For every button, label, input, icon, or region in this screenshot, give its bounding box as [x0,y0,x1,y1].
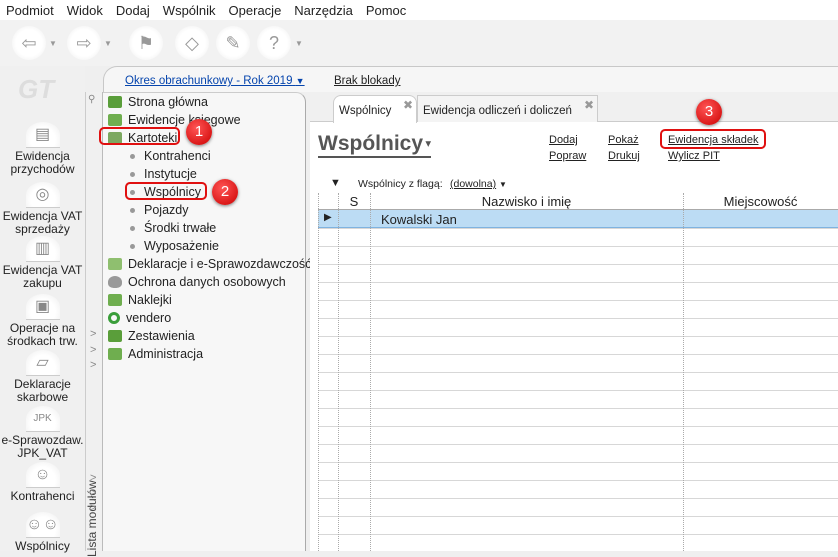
calculate-pit-button[interactable]: Wylicz PIT [668,150,720,162]
period-selector[interactable]: Okres obrachunkowy - Rok 2019 ▼ [125,75,305,87]
cell-name: Kowalski Jan [381,212,457,227]
chevron-right-icon: > [90,472,97,484]
tree-deklaracje[interactable]: Deklaracje i e-Sprawozdawczość [108,255,311,273]
period-bar: Okres obrachunkowy - Rok 2019 ▼ Brak blo… [103,66,838,92]
tree-vendero[interactable]: vendero [108,309,171,327]
menu-widok[interactable]: Widok [61,0,110,20]
column-header-name[interactable]: Nazwisko i imię [370,193,683,210]
partners-grid: S Nazwisko i imię Miejscowość ▶ Kowalski… [318,193,838,551]
print-button[interactable]: Drukuj [608,150,640,162]
flag-icon[interactable]: ⚑ [129,26,163,60]
tree-zestawienia[interactable]: Zestawienia [108,327,195,345]
rail-deklaracje[interactable]: ▱ Deklaracje skarbowe [0,350,85,404]
tab-ewidencja-odliczen[interactable]: Ewidencja odliczeń i doliczeń ✖ [417,95,598,122]
jpk-icon: JPK [25,406,60,432]
annotation-badge-1: 1 [186,119,212,145]
coins-icon: ◎ [25,182,60,208]
highlight-ewidencja-skladek [660,129,766,149]
forms-icon: ▱ [25,350,60,376]
printer-icon: ▤ [25,122,60,148]
tree-strona-glowna[interactable]: Strona główna [108,93,208,111]
tree-administracja[interactable]: Administracja [108,345,203,363]
column-header-s[interactable]: S [338,193,370,210]
module-list-strip[interactable]: ⚲ > > > Lista modułów > > > [85,92,103,557]
add-button[interactable]: Dodaj [549,134,578,146]
highlight-wspolnicy [125,182,207,200]
menu-podmiot[interactable]: Podmiot [0,0,61,20]
menu-pomoc[interactable]: Pomoc [360,0,413,20]
declaration-icon [108,258,122,270]
page-title[interactable]: Wspólnicy ▾ [318,132,431,159]
brush-icon[interactable]: ✎ [216,26,250,60]
row-pointer-icon: ▶ [324,212,332,223]
help-icon[interactable]: ? [257,26,291,60]
person-icon: ☺ [25,462,60,488]
annotation-badge-3: 3 [696,99,722,125]
book-icon [108,114,122,126]
rail-jpk[interactable]: JPK e-Sprawozdaw. JPK_VAT [0,406,85,460]
filter-dropdown[interactable]: (dowolna) ▼ [450,178,507,190]
column-header-city[interactable]: Miejscowość [683,193,838,210]
chevron-right-icon: > [90,328,97,340]
rail-wspolnicy[interactable]: ☺☺ Wspólnicy [0,512,85,553]
annotation-badge-2: 2 [212,179,238,205]
highlight-kartoteki [99,127,180,145]
tree-kontrahenci[interactable]: Kontrahenci [130,147,211,165]
close-icon[interactable]: ✖ [403,98,413,112]
back-arrow-icon[interactable]: ⇦ [12,26,46,60]
rail-vat-sprzedazy[interactable]: ◎ Ewidencja VAT sprzedaży [0,182,85,236]
chevron-right-icon: > [90,344,97,356]
pin-icon[interactable]: ⚲ [88,94,95,105]
lock-status[interactable]: Brak blokady [334,75,400,87]
forward-arrow-icon[interactable]: ⇨ [67,26,101,60]
module-tree: Strona główna Ewidencje księgowe Kartote… [103,92,311,551]
chevron-right-icon: > [90,359,97,371]
people-icon: ☺☺ [25,512,60,538]
tree-pojazdy[interactable]: Pojazdy [130,201,188,219]
vendero-icon [108,312,120,324]
shield-icon [108,276,122,288]
tree-srodki-trwale[interactable]: Środki trwałe [130,219,216,237]
stickers-icon [108,294,122,306]
module-rail: GT ▤ Ewidencja przychodów ◎ Ewidencja VAT … [0,66,85,553]
flag-icon [108,96,122,108]
table-row[interactable]: ▶ Kowalski Jan [318,210,838,228]
rail-operacje-srodki[interactable]: ▣ Operacje na środkach trw. [0,294,85,348]
edit-icon [108,348,122,360]
edit-button[interactable]: Popraw [549,150,586,162]
menu-operacje[interactable]: Operacje [223,0,289,20]
register-icon: ▥ [25,236,60,262]
tab-bar: Wspólnicy ✖ Ewidencja odliczeń i doliczeń… [310,92,838,123]
tree-naklejki[interactable]: Naklejki [108,291,172,309]
filter-label: Wspólnicy z flagą: [358,178,443,190]
chart-check-icon [108,330,122,342]
menu-bar: Podmiot Widok Dodaj Wspólnik Operacje Na… [0,0,838,20]
tree-ochrona-danych[interactable]: Ochrona danych osobowych [108,273,286,291]
chevron-right-icon: > [90,502,97,514]
back-dropdown-icon[interactable]: ▼ [49,39,57,48]
computer-icon: ▣ [25,294,60,320]
toolbar: ⇦ ▼ ⇨ ▼ ⚑ ◇ ✎ ? ▼ [0,20,838,66]
menu-dodaj[interactable]: Dodaj [110,0,157,20]
close-icon[interactable]: ✖ [584,98,594,112]
forward-dropdown-icon[interactable]: ▼ [104,39,112,48]
tab-wspolnicy[interactable]: Wspólnicy ✖ [333,95,417,123]
main-panel: Wspólnicy ✖ Ewidencja odliczeń i doliczeń… [310,92,838,551]
rail-ewidencja-przychodow[interactable]: ▤ Ewidencja przychodów [0,122,85,176]
chevron-right-icon: > [90,487,97,499]
tree-wyposazenie[interactable]: Wyposażenie [130,237,219,255]
menu-wspolnik[interactable]: Wspólnik [157,0,223,20]
column-header-indicator [318,193,338,210]
show-button[interactable]: Pokaż [608,134,639,146]
rail-vat-zakupu[interactable]: ▥ Ewidencja VAT zakupu [0,236,85,290]
collapse-icon[interactable]: ▼ [330,177,341,189]
help-dropdown-icon[interactable]: ▼ [295,39,303,48]
gt-logo: GT [18,74,55,104]
tree-instytucje[interactable]: Instytucje [130,165,197,183]
rail-kontrahenci[interactable]: ☺ Kontrahenci [0,462,85,503]
eraser-icon[interactable]: ◇ [175,26,209,60]
menu-narzedzia[interactable]: Narzędzia [288,0,360,20]
